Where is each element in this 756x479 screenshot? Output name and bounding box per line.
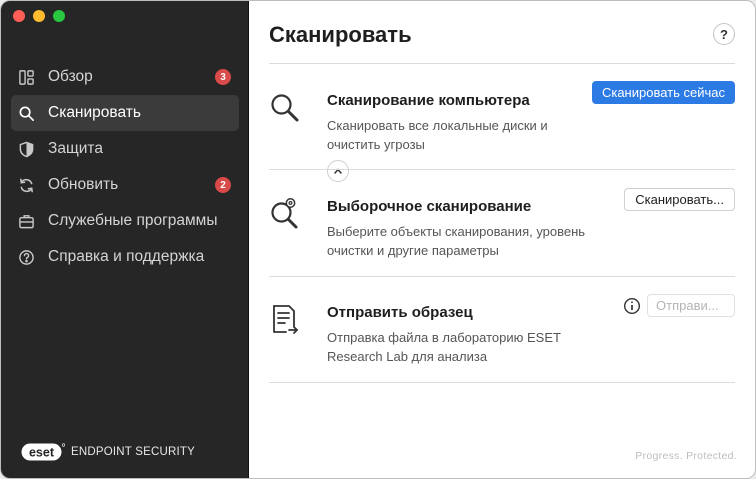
sidebar-item-overview[interactable]: Обзор 3 xyxy=(11,59,239,95)
submit-sample-button[interactable]: Отправи... xyxy=(647,294,735,317)
scan-title: Отправить образец xyxy=(327,304,473,321)
sidebar: Обзор 3 Сканировать Защита Обновить 2 Сл… xyxy=(1,1,249,478)
search-icon xyxy=(17,104,35,122)
chevron-up-icon xyxy=(333,162,343,180)
scan-description: Сканировать все локальные диски и очисти… xyxy=(327,118,548,152)
eset-logo: eset xyxy=(21,443,65,461)
page-title: Сканировать xyxy=(269,22,412,47)
briefcase-icon xyxy=(17,212,35,230)
divider xyxy=(269,169,735,170)
custom-scan-button[interactable]: Сканировать... xyxy=(624,188,735,211)
sidebar-item-label: Защита xyxy=(48,140,103,157)
shield-icon xyxy=(17,140,35,158)
notification-badge: 2 xyxy=(215,177,231,193)
minimize-window-button[interactable] xyxy=(33,10,45,22)
svg-text:eset: eset xyxy=(29,446,55,460)
scan-title: Сканирование компьютера xyxy=(327,92,530,109)
notification-badge: 3 xyxy=(215,69,231,85)
refresh-icon xyxy=(17,176,35,194)
sidebar-item-label: Служебные программы xyxy=(48,212,218,229)
window-controls xyxy=(13,10,65,22)
product-name: ENDPOINT SECURITY xyxy=(71,446,195,458)
info-icon[interactable] xyxy=(623,297,641,315)
close-window-button[interactable] xyxy=(13,10,25,22)
scan-description: Выберите объекты сканирования, уровень о… xyxy=(327,224,586,258)
sidebar-item-protection[interactable]: Защита xyxy=(11,131,239,167)
sidebar-item-label: Справка и поддержка xyxy=(48,248,205,265)
sidebar-item-update[interactable]: Обновить 2 xyxy=(11,167,239,203)
document-send-icon xyxy=(269,304,301,336)
sidebar-item-label: Обзор xyxy=(48,68,93,85)
brand: eset ENDPOINT SECURITY xyxy=(21,443,195,461)
collapse-button[interactable] xyxy=(327,160,349,182)
help-circle-icon xyxy=(17,248,35,266)
sidebar-item-label: Сканировать xyxy=(48,104,141,121)
sidebar-item-help[interactable]: Справка и поддержка xyxy=(11,239,239,275)
dashboard-icon xyxy=(17,68,35,86)
sidebar-item-label: Обновить xyxy=(48,176,119,193)
magnifier-icon xyxy=(269,92,301,124)
divider xyxy=(269,382,735,383)
sidebar-item-scan[interactable]: Сканировать xyxy=(11,95,239,131)
divider xyxy=(269,276,735,277)
maximize-window-button[interactable] xyxy=(53,10,65,22)
tagline: Progress. Protected. xyxy=(635,450,737,462)
sidebar-item-tools[interactable]: Служебные программы xyxy=(11,203,239,239)
app-window: Обзор 3 Сканировать Защита Обновить 2 Сл… xyxy=(0,0,756,479)
scan-description: Отправка файла в лабораторию ESET Resear… xyxy=(327,330,561,364)
scan-title: Выборочное сканирование xyxy=(327,198,532,215)
divider xyxy=(269,63,735,64)
main-content: Сканировать ? Сканирование компьютера Ск… xyxy=(249,1,755,478)
magnifier-gear-icon xyxy=(269,198,301,230)
sidebar-nav: Обзор 3 Сканировать Защита Обновить 2 Сл… xyxy=(11,59,239,275)
help-button[interactable]: ? xyxy=(713,23,735,45)
scan-now-button[interactable]: Сканировать сейчас xyxy=(591,81,735,104)
